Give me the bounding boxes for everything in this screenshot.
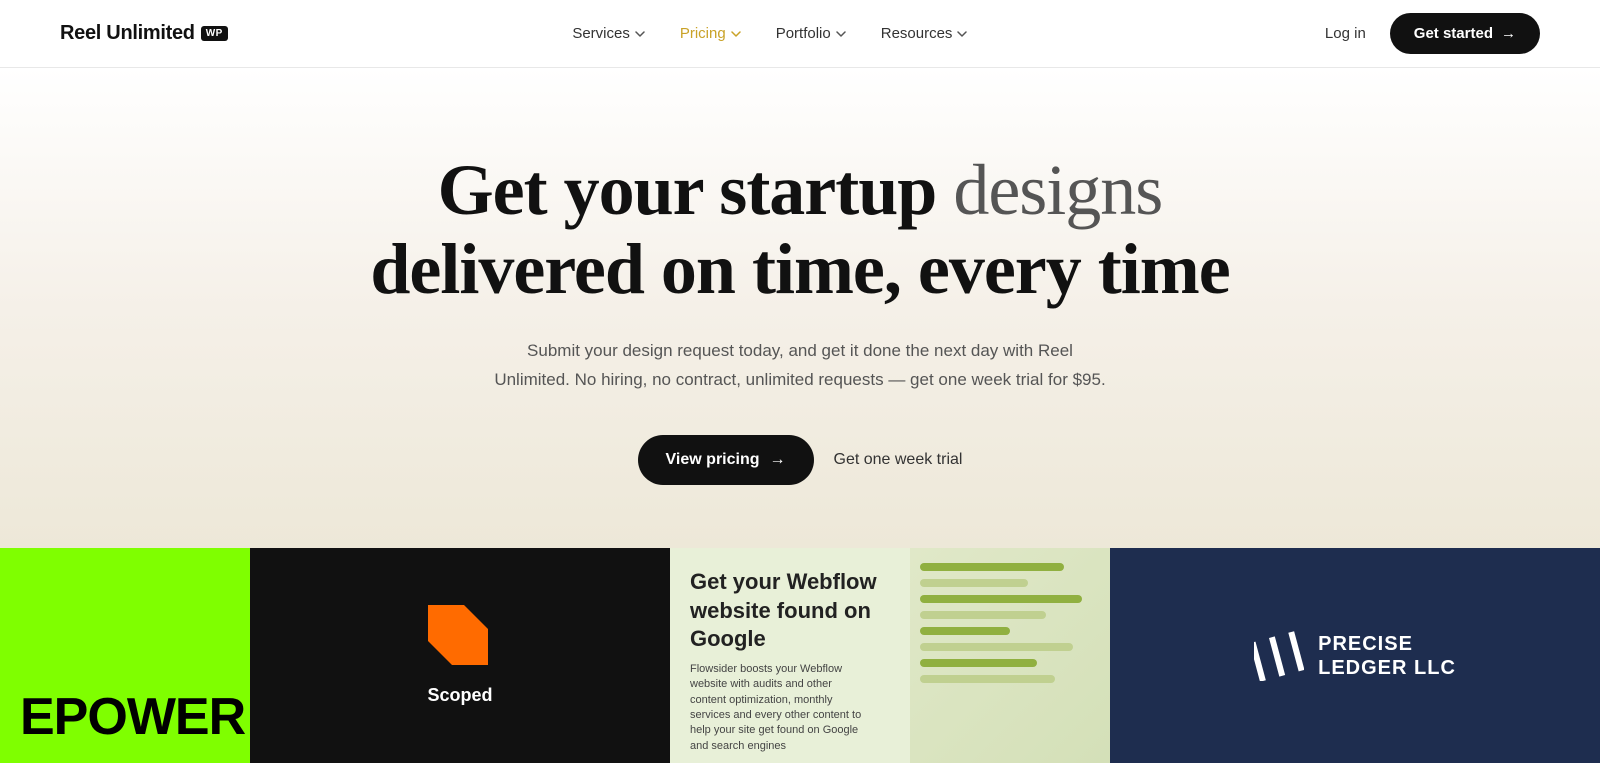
- get-started-button[interactable]: Get started →: [1390, 13, 1540, 54]
- hero-cta: View pricing → Get one week trial: [638, 435, 963, 485]
- logo[interactable]: Reel Unlimited WP: [60, 22, 228, 45]
- portfolio-card-scoped[interactable]: Scoped: [250, 548, 670, 763]
- logo-badge: WP: [201, 26, 228, 41]
- navbar: Reel Unlimited WP Services Pricing Portf…: [0, 0, 1600, 68]
- portfolio-card-flowsider[interactable]: Get your Webflow website found on Google…: [670, 548, 1110, 763]
- arrow-icon: →: [1501, 25, 1516, 42]
- hero-subtitle: Submit your design request today, and ge…: [490, 337, 1110, 395]
- nav-item-services[interactable]: Services: [558, 17, 660, 50]
- flowsider-sub: Flowsider boosts your Webflow website wi…: [690, 662, 870, 754]
- chevron-down-icon-portfolio: [835, 28, 847, 40]
- scoped-label: Scoped: [427, 685, 492, 706]
- hero-title: Get your startup designs delivered on ti…: [370, 151, 1229, 309]
- arrow-right-icon: →: [770, 451, 786, 469]
- flowsider-headline: Get your Webflow website found on Google: [690, 568, 890, 654]
- scoped-logo-icon: [428, 605, 492, 669]
- epower-text: EPOWER: [20, 691, 245, 743]
- flowsider-content: Get your Webflow website found on Google…: [670, 548, 1110, 763]
- trial-link[interactable]: Get one week trial: [834, 451, 963, 469]
- precise-logo-area: PRECISE LEDGER LLC: [1254, 631, 1456, 681]
- precise-ledger-icon: [1254, 631, 1304, 681]
- hero-section: Get your startup designs delivered on ti…: [0, 68, 1600, 548]
- chevron-down-icon-resources: [956, 28, 968, 40]
- precise-name-line1: PRECISE: [1318, 632, 1456, 656]
- nav-right: Log in Get started →: [1313, 13, 1540, 54]
- logo-text: Reel Unlimited: [60, 22, 195, 45]
- chevron-down-icon-pricing: [730, 28, 742, 40]
- portfolio-card-precise[interactable]: PRECISE LEDGER LLC: [1110, 548, 1600, 763]
- nav-label-portfolio: Portfolio: [776, 25, 831, 42]
- login-link[interactable]: Log in: [1313, 17, 1378, 50]
- nav-label-services: Services: [572, 25, 630, 42]
- get-started-label: Get started: [1414, 25, 1493, 42]
- precise-name-line2: LEDGER LLC: [1318, 656, 1456, 680]
- nav-item-portfolio[interactable]: Portfolio: [762, 17, 861, 50]
- portfolio-card-green[interactable]: EPOWER: [0, 548, 250, 763]
- view-pricing-button[interactable]: View pricing →: [638, 435, 814, 485]
- nav-label-pricing: Pricing: [680, 25, 726, 42]
- nav-item-resources[interactable]: Resources: [867, 17, 983, 50]
- chevron-down-icon: [634, 28, 646, 40]
- nav-label-resources: Resources: [881, 25, 953, 42]
- portfolio-strip: EPOWER Scoped Get your Webflow website f…: [0, 548, 1600, 763]
- view-pricing-label: View pricing: [666, 451, 760, 469]
- nav-item-pricing[interactable]: Pricing: [666, 17, 756, 50]
- nav-links: Services Pricing Portfolio Resources: [558, 17, 982, 50]
- flowsider-deco: [910, 548, 1110, 763]
